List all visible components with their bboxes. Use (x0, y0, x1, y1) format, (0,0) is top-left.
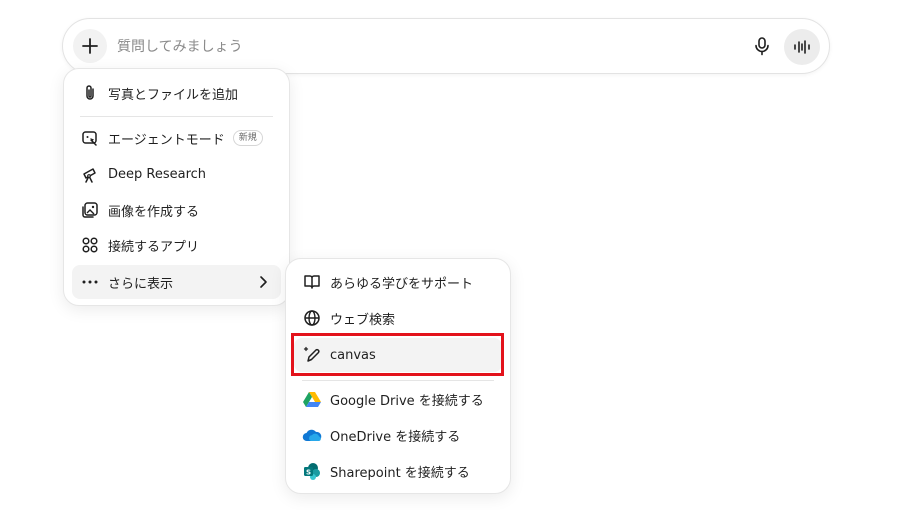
image-icon (80, 200, 100, 220)
menu-item-add-files[interactable]: 写真とファイルを追加 (72, 76, 281, 110)
submenu-item-label: ウェブ検索 (330, 312, 396, 328)
dictate-button[interactable] (747, 31, 777, 61)
paperclip-icon (80, 83, 100, 103)
prompt-input[interactable] (115, 33, 719, 61)
submenu-item-google-drive[interactable]: Google Drive を接続する (294, 382, 502, 416)
chevron-right-icon (255, 274, 271, 290)
menu-item-connect-apps[interactable]: 接続するアプリ (72, 228, 281, 262)
submenu-item-web-search[interactable]: ウェブ検索 (294, 301, 502, 335)
globe-icon (302, 308, 322, 328)
google-drive-icon (302, 389, 322, 409)
voice-mode-button[interactable] (784, 29, 820, 65)
submenu-item-label: Google Drive を接続する (330, 393, 484, 409)
menu-item-label: 接続するアプリ (108, 239, 200, 255)
menu-item-label: 画像を作成する (108, 204, 200, 220)
more-submenu: あらゆる学びをサポート ウェブ検索 canvas Google Drive を接… (285, 258, 511, 494)
submenu-item-label: OneDrive を接続する (330, 429, 461, 445)
highlight-annotation (291, 333, 504, 376)
telescope-icon (80, 164, 100, 184)
add-button[interactable] (73, 29, 107, 63)
menu-item-more[interactable]: さらに表示 (72, 265, 281, 299)
menu-item-label: Deep Research (108, 166, 207, 182)
menu-divider (80, 116, 273, 117)
svg-text:S: S (306, 468, 311, 476)
submenu-item-sharepoint[interactable]: S Sharepoint を接続する (294, 454, 502, 488)
menu-item-deep-research[interactable]: Deep Research (72, 157, 281, 191)
menu-item-label: さらに表示 (108, 276, 174, 292)
menu-item-create-image[interactable]: 画像を作成する (72, 193, 281, 227)
menu-item-agent-mode[interactable]: エージェントモード 新規 (72, 121, 281, 155)
menu-item-label: エージェントモード (108, 132, 225, 148)
more-icon (80, 272, 100, 292)
apps-icon (80, 235, 100, 255)
submenu-item-label: Sharepoint を接続する (330, 465, 470, 481)
book-icon (302, 272, 322, 292)
composer-bar (62, 18, 830, 74)
sharepoint-icon: S (302, 461, 322, 481)
submenu-item-onedrive[interactable]: OneDrive を接続する (294, 418, 502, 452)
agent-icon (80, 128, 100, 148)
submenu-item-study[interactable]: あらゆる学びをサポート (294, 265, 502, 299)
tools-menu: 写真とファイルを追加 エージェントモード 新規 Deep Research 画像… (63, 68, 290, 306)
microphone-icon (753, 36, 771, 56)
waveform-icon (793, 39, 811, 55)
onedrive-icon (302, 425, 322, 445)
submenu-item-label: あらゆる学びをサポート (330, 276, 474, 292)
menu-item-label: 写真とファイルを追加 (108, 87, 239, 103)
plus-icon (81, 37, 99, 55)
new-badge: 新規 (232, 130, 263, 146)
submenu-divider (302, 380, 494, 381)
